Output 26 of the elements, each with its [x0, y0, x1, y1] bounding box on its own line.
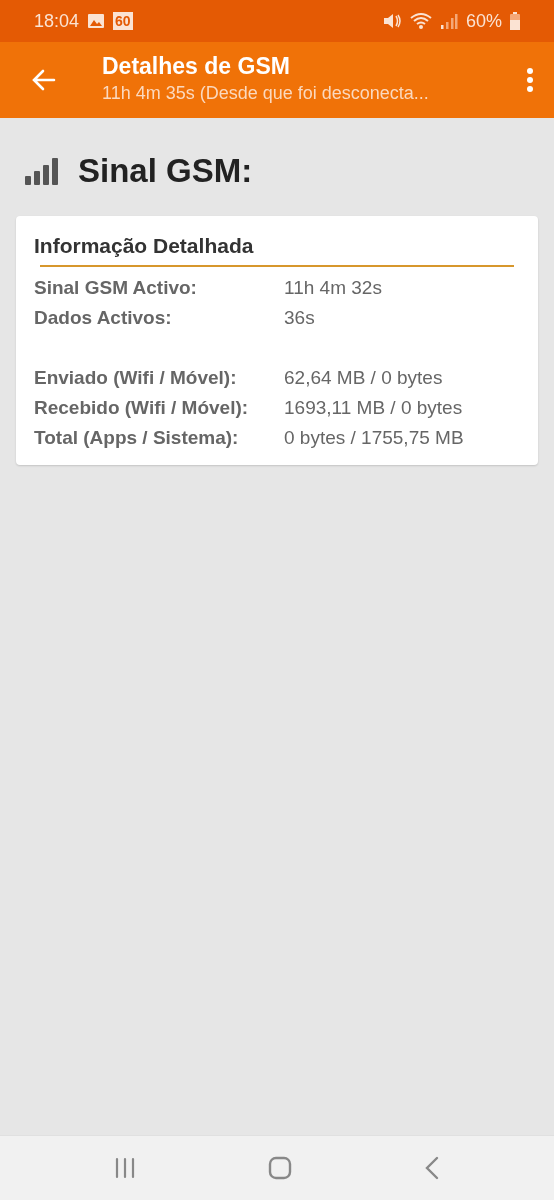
- wifi-icon: [409, 12, 432, 30]
- info-value: 1693,11 MB / 0 bytes: [284, 396, 463, 420]
- back-arrow-icon: [32, 69, 56, 91]
- info-label: Total (Apps / Sistema):: [34, 426, 240, 450]
- image-icon: [87, 13, 106, 29]
- info-label: Dados Activos:: [34, 306, 173, 330]
- home-icon: [268, 1156, 292, 1180]
- battery-percent: 60%: [465, 9, 502, 33]
- info-value: 62,64 MB / 0 bytes: [284, 366, 443, 390]
- back-chevron-icon: [424, 1156, 440, 1180]
- section-heading: Sinal GSM:: [78, 151, 253, 191]
- more-options-icon: [526, 67, 534, 93]
- info-label: Recebido (Wifi / Móvel):: [34, 396, 250, 420]
- info-label: Sinal GSM Activo:: [34, 276, 198, 300]
- screen-title: Detalhes de GSM: [102, 52, 291, 81]
- info-value: 0 bytes / 1755,75 MB: [284, 426, 464, 450]
- info-label: Enviado (Wifi / Móvel):: [34, 366, 238, 390]
- recent-apps-icon: [114, 1157, 136, 1179]
- info-value: 11h 4m 32s: [284, 276, 382, 300]
- screen-subtitle: 11h 4m 35s (Desde que foi desconecta...: [102, 82, 430, 106]
- card-title: Informação Detalhada: [34, 232, 255, 259]
- battery-icon: [510, 12, 520, 30]
- notification-badge: 60: [113, 12, 133, 30]
- status-time: 18:04: [34, 9, 80, 33]
- info-value: 36s: [284, 306, 315, 330]
- signal-icon: [439, 12, 458, 30]
